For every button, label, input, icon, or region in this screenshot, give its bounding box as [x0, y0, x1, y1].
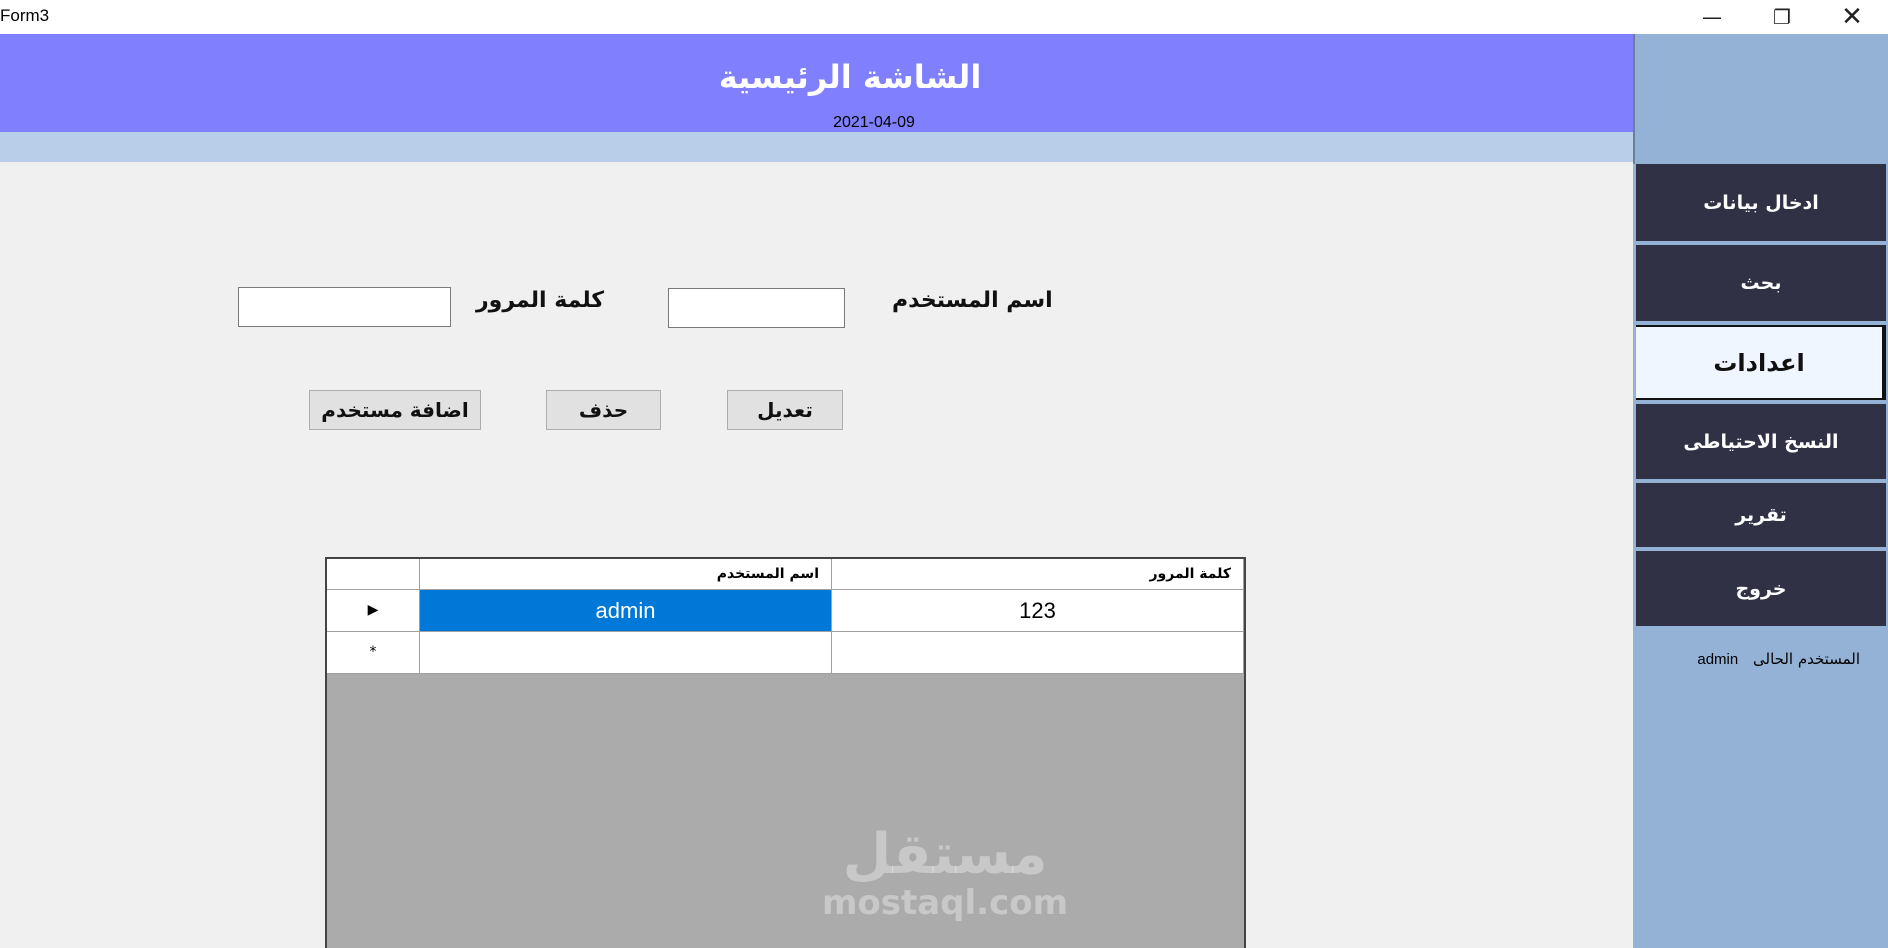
- close-icon[interactable]: ✕: [1817, 0, 1887, 34]
- page-title: الشاشة الرئيسية: [718, 58, 982, 96]
- edit-button[interactable]: تعديل: [727, 390, 843, 430]
- new-row-username-cell[interactable]: [420, 632, 832, 674]
- cell-username[interactable]: admin: [420, 590, 832, 632]
- row-indicator-current[interactable]: ▶: [327, 590, 420, 632]
- add-user-button[interactable]: اضافة مستخدم: [309, 390, 481, 430]
- maximize-icon[interactable]: ❐: [1747, 0, 1817, 34]
- sidebar-item-search[interactable]: بحث: [1636, 245, 1886, 321]
- minimize-icon[interactable]: —: [1677, 0, 1747, 34]
- current-user-value: admin: [1697, 651, 1739, 668]
- sidebar-item-data-entry[interactable]: ادخال بيانات: [1636, 164, 1886, 241]
- cell-password[interactable]: 123: [832, 590, 1244, 632]
- watermark-arabic: مستقل: [842, 822, 1048, 887]
- delete-button[interactable]: حذف: [546, 390, 661, 430]
- grid-corner-header: [327, 559, 420, 590]
- username-label: اسم المستخدم: [892, 288, 1053, 313]
- current-user-display: المستخدم الحالى admin: [1640, 650, 1860, 668]
- sidebar-divider: [1633, 34, 1635, 164]
- sidebar-item-exit[interactable]: خروج: [1636, 551, 1886, 626]
- password-label: كلمة المرور: [476, 288, 605, 313]
- password-input[interactable]: [238, 287, 451, 327]
- sidebar-item-report[interactable]: تقرير: [1636, 483, 1886, 547]
- column-header-password[interactable]: كلمة المرور: [832, 559, 1244, 590]
- current-user-label: المستخدم الحالى: [1753, 650, 1860, 668]
- sidebar-item-backup[interactable]: النسخ الاحتياطى: [1636, 404, 1886, 479]
- window-title: Form3: [0, 6, 50, 25]
- window-titlebar: Form3 — ❐ ✕: [0, 0, 1888, 34]
- header-date: 2021-04-09: [833, 114, 915, 131]
- watermark-latin: mostaql.com: [821, 883, 1069, 923]
- column-header-username[interactable]: اسم المستخدم: [420, 559, 832, 590]
- header-subband: [0, 132, 1633, 162]
- users-grid[interactable]: اسم المستخدم كلمة المرور ▶ admin 123 *: [325, 557, 1246, 948]
- watermark-logo: مستقل mostaql.com: [820, 822, 1070, 923]
- row-indicator-new[interactable]: *: [327, 632, 420, 674]
- new-row-password-cell[interactable]: [832, 632, 1244, 674]
- username-input[interactable]: [668, 288, 845, 328]
- sidebar-item-settings[interactable]: اعدادات: [1636, 325, 1886, 400]
- header-band: الشاشة الرئيسية 2021-04-09: [0, 34, 1633, 132]
